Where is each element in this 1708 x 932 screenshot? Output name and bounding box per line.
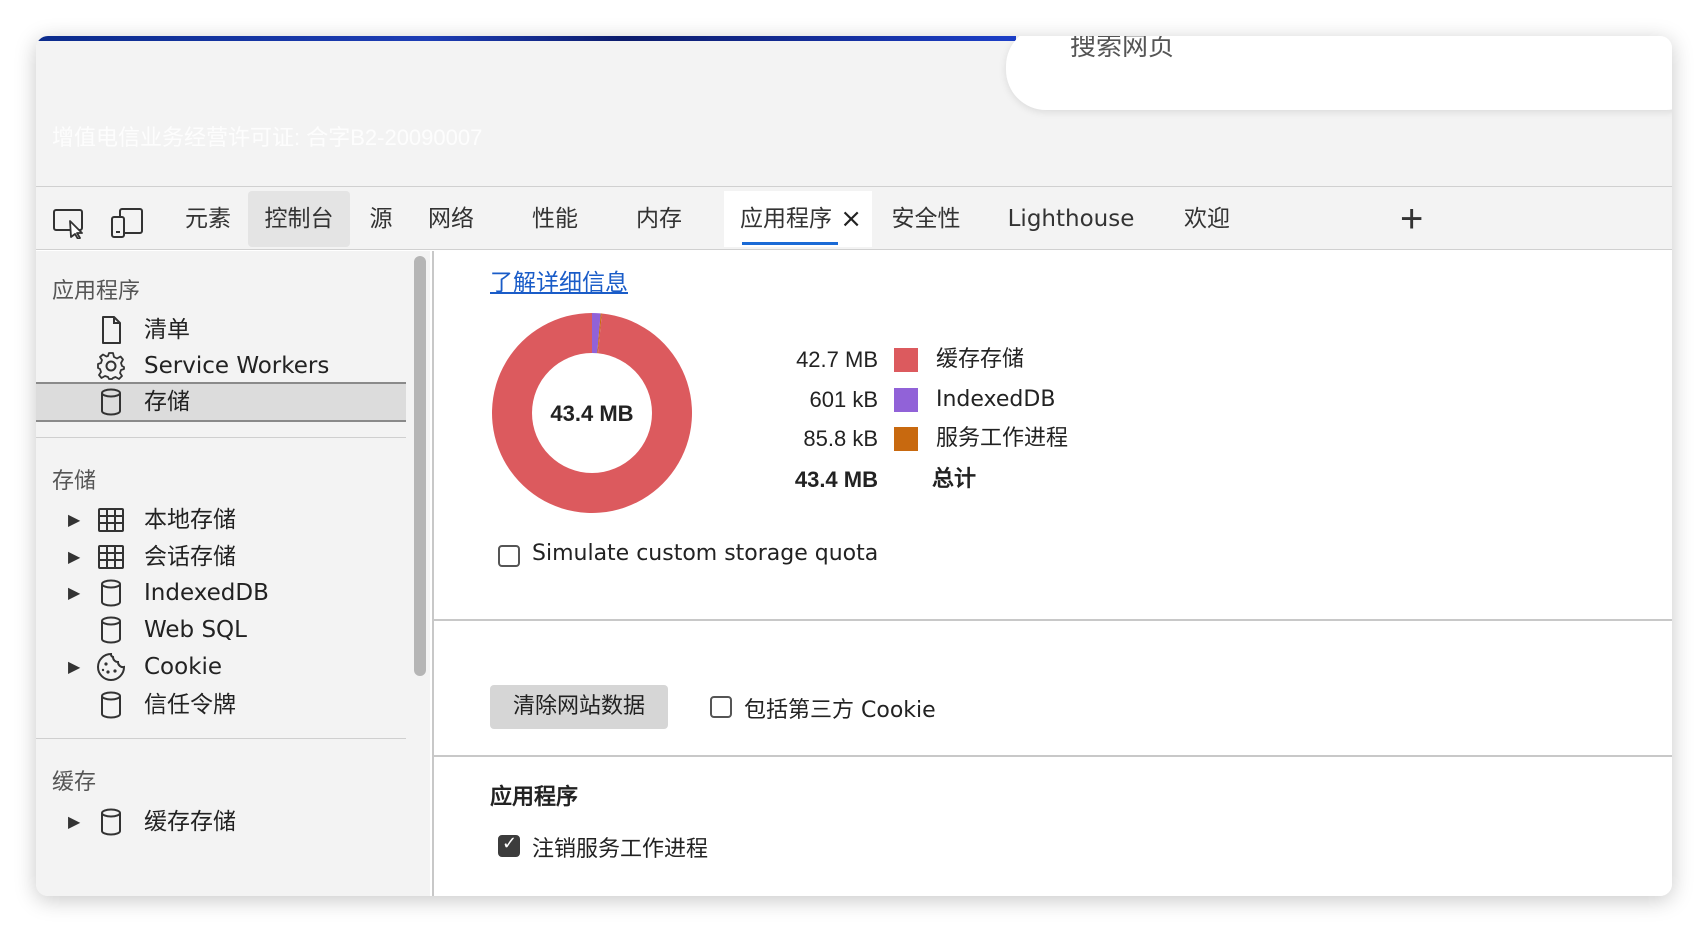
tab-sources[interactable]: 源: [358, 191, 404, 247]
sidebar-item-session-storage[interactable]: ▶ 会话存储: [36, 538, 406, 576]
legend-total-label: 总计: [932, 467, 977, 492]
application-section-title: 应用程序: [490, 785, 579, 810]
legend-value-service-workers: 85.8 kB: [803, 426, 878, 451]
unregister-sw-label: 注销服务工作进程: [532, 837, 709, 862]
devtools-window: 搜索网页 增值电信业务经营许可证: 合字B2-20090007 元素 控制台 源…: [36, 36, 1672, 896]
section-divider: [434, 619, 1672, 621]
sidebar-item-storage[interactable]: 存储: [36, 382, 406, 422]
inspect-element-icon[interactable]: [52, 207, 88, 239]
sidebar-item-label: Cookie: [144, 654, 223, 680]
tab-console[interactable]: 控制台: [248, 191, 350, 247]
expand-arrow-icon[interactable]: ▶: [68, 803, 80, 841]
sidebar-item-label: 存储: [144, 389, 190, 415]
sidebar-item-web-sql[interactable]: Web SQL: [36, 611, 406, 649]
donut-center-label: 43.4 MB: [550, 401, 633, 426]
active-tab-indicator: [742, 242, 838, 245]
legend-swatch-cache-storage: [894, 348, 918, 372]
database-icon: [101, 579, 121, 607]
expand-arrow-icon[interactable]: ▶: [68, 574, 80, 612]
sidebar-item-label: 清单: [144, 317, 190, 343]
page-banner: [36, 36, 1016, 41]
simulate-quota-checkbox[interactable]: [498, 545, 520, 567]
file-icon: [102, 316, 121, 344]
legend-value: 601 kB: [774, 385, 879, 415]
sidebar-divider: [36, 437, 406, 438]
legend-label-cache-storage: 缓存存储: [936, 347, 1025, 372]
browser-page-area: 搜索网页 增值电信业务经营许可证: 合字B2-20090007: [36, 36, 1672, 186]
learn-more-link[interactable]: 了解详细信息: [490, 263, 628, 297]
legend-value-cache-storage: 42.7 MB: [796, 347, 878, 372]
tab-memory[interactable]: 内存: [624, 191, 694, 247]
database-icon: [101, 388, 121, 416]
legend-label-service-workers: 服务工作进程: [936, 426, 1069, 451]
sidebar-item-label: Web SQL: [144, 617, 247, 643]
expand-arrow-icon[interactable]: ▶: [68, 501, 80, 539]
total-value: 43.4 MB: [794, 467, 878, 492]
sidebar-item-label: 缓存存储: [144, 809, 236, 835]
database-icon: [101, 691, 121, 719]
expand-arrow-icon[interactable]: ▶: [68, 538, 80, 576]
storage-panel: 了解详细信息 43.4 MB 42.7 MB 缓存存储 601 kB Index…: [434, 251, 1672, 896]
sidebar-header-cache: 缓存: [52, 770, 97, 795]
application-sidebar: 应用程序 清单 Service Workers 存储 存储 ▶ 本地存储 ▶ 会…: [36, 251, 406, 896]
sidebar-item-label: 本地存储: [144, 507, 236, 533]
sidebar-item-service-workers[interactable]: Service Workers: [36, 347, 406, 385]
sidebar-item-label: 信任令牌: [144, 692, 236, 718]
sidebar-item-trust-tokens[interactable]: 信任令牌: [36, 686, 406, 724]
gear-icon: [97, 352, 125, 380]
database-icon: [101, 808, 121, 836]
section-divider: [434, 755, 1672, 757]
sidebar-item-label: IndexedDB: [144, 580, 269, 606]
sidebar-item-local-storage[interactable]: ▶ 本地存储: [36, 501, 406, 539]
close-tab-icon[interactable]: ×: [840, 191, 862, 247]
device-emulation-icon[interactable]: [110, 207, 146, 239]
search-input[interactable]: 搜索网页: [1006, 36, 1672, 110]
expand-arrow-icon[interactable]: ▶: [68, 648, 80, 686]
legend-value-indexeddb: 601 kB: [809, 387, 879, 412]
sidebar-item-label: 会话存储: [144, 544, 236, 570]
table-icon: [98, 508, 124, 532]
tab-welcome[interactable]: 欢迎: [1172, 191, 1242, 247]
simulate-quota-label: Simulate custom storage quota: [532, 541, 879, 566]
tab-security[interactable]: 安全性: [886, 191, 966, 247]
sidebar-header-storage: 存储: [52, 469, 97, 494]
legend-swatch-service-workers: [894, 427, 918, 451]
tab-elements[interactable]: 元素: [170, 191, 246, 247]
sidebar-item-indexeddb[interactable]: ▶ IndexedDB: [36, 574, 406, 612]
legend-value: 42.7 MB: [774, 345, 878, 375]
add-tab-button[interactable]: +: [1400, 191, 1423, 247]
search-placeholder: 搜索网页: [1070, 36, 1175, 62]
tab-application-label: 应用程序: [740, 206, 832, 232]
legend-total-value: 43.4 MB: [774, 465, 878, 495]
table-icon: [98, 545, 124, 569]
legend-value: 85.8 kB: [774, 424, 878, 454]
tab-application[interactable]: 应用程序 ×: [724, 191, 872, 247]
cookie-icon: [97, 652, 126, 681]
license-text: 增值电信业务经营许可证: 合字B2-20090007: [52, 125, 483, 150]
database-icon: [101, 616, 121, 644]
tab-lighthouse[interactable]: Lighthouse: [1004, 191, 1138, 247]
clear-site-data-button[interactable]: 清除网站数据: [490, 685, 668, 729]
storage-usage-donut-chart: 43.4 MB: [492, 313, 692, 513]
legend-label-indexeddb: IndexedDB: [936, 387, 1056, 412]
sidebar-item-cookie[interactable]: ▶ Cookie: [36, 648, 406, 686]
sidebar-divider: [36, 738, 406, 739]
legend-swatch-indexeddb: [894, 388, 918, 412]
sidebar-scrollbar-thumb[interactable]: [414, 256, 426, 676]
sidebar-item-manifest[interactable]: 清单: [36, 311, 406, 349]
sidebar-item-cache-storage[interactable]: ▶ 缓存存储: [36, 803, 406, 841]
sidebar-header-application: 应用程序: [52, 279, 141, 304]
sidebar-item-label: Service Workers: [144, 353, 330, 379]
include-third-party-cookie-checkbox[interactable]: [710, 696, 732, 718]
devtools-tabbar: 元素 控制台 源 网络 性能 内存 应用程序 × 安全性 Lighthouse …: [36, 186, 1672, 250]
include-third-party-cookie-label: 包括第三方 Cookie: [744, 698, 936, 723]
unregister-sw-checkbox[interactable]: [498, 833, 520, 857]
tab-performance[interactable]: 性能: [520, 191, 590, 247]
tab-network[interactable]: 网络: [416, 191, 486, 247]
